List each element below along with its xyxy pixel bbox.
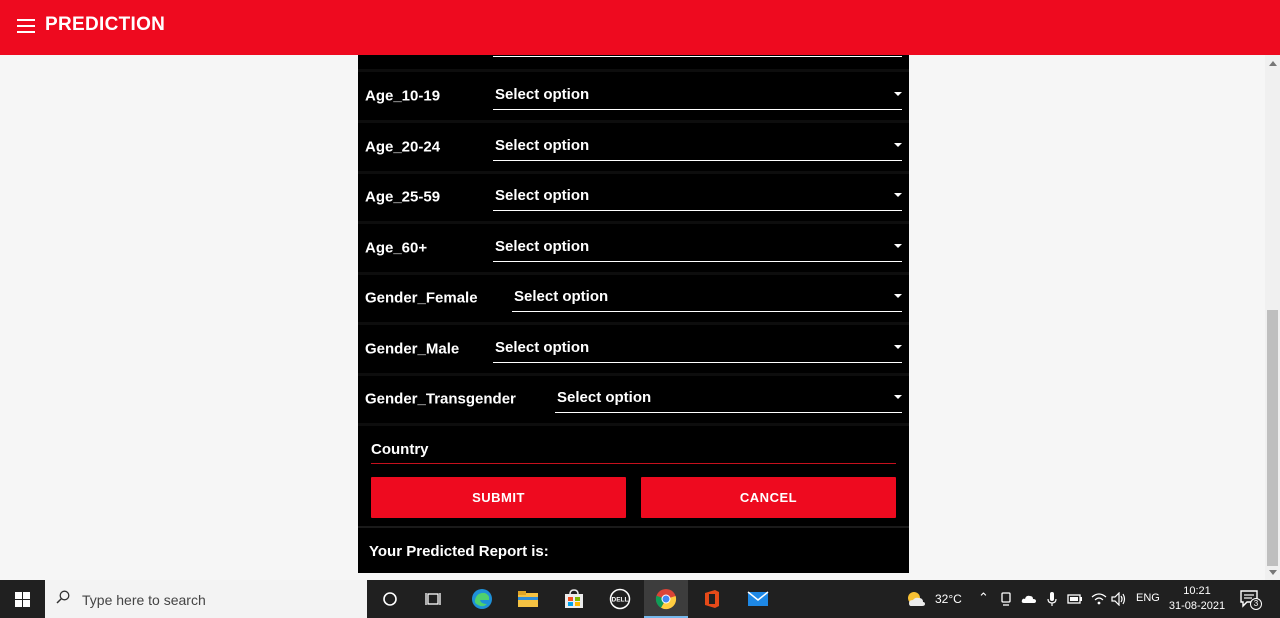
submit-button[interactable]: SUBMIT <box>371 477 626 518</box>
task-view-icon[interactable] <box>422 588 446 610</box>
scroll-down-arrow-icon[interactable] <box>1269 570 1277 575</box>
country-input[interactable]: Country <box>371 428 896 464</box>
select-value: Select option <box>495 86 590 103</box>
gender-transgender-select[interactable]: Select option <box>555 383 902 413</box>
mail-icon[interactable] <box>746 588 770 610</box>
form-row-age-20-24: Age_20-24 Select option <box>358 123 909 171</box>
volume-icon[interactable] <box>1108 588 1130 610</box>
section-divider <box>358 526 909 528</box>
scroll-up-arrow-icon[interactable] <box>1269 61 1277 66</box>
select-value: Select option <box>495 137 590 154</box>
search-placeholder: Type here to search <box>82 592 206 608</box>
clock-date: 31-08-2021 <box>1168 600 1226 612</box>
dropdown-caret-icon <box>894 395 902 399</box>
office-icon[interactable] <box>700 588 724 610</box>
country-label: Country <box>371 441 429 458</box>
select-value: Select option <box>495 238 590 255</box>
field-label: Age_10-19 <box>365 87 441 105</box>
select-value: Select option <box>495 339 590 356</box>
field-label: Gender_Female <box>365 289 478 307</box>
weather-temperature: 32°C <box>935 592 962 606</box>
field-label: Age_60+ <box>365 239 428 257</box>
app-header: PREDICTION <box>0 0 1280 55</box>
field-label: Age_20-24 <box>365 138 441 156</box>
taskbar-search-box[interactable]: Type here to search <box>45 580 367 618</box>
scroll-thumb[interactable] <box>1267 310 1278 566</box>
app-title: PREDICTION <box>45 14 166 35</box>
age-10-19-select[interactable]: Select option <box>493 80 902 110</box>
form-row-gender-female: Gender_Female Select option <box>358 274 909 322</box>
dropdown-caret-icon <box>894 92 902 96</box>
select-value: Select option <box>557 389 652 406</box>
microphone-icon[interactable] <box>1042 588 1062 610</box>
form-row-age-25-59: Age_25-59 Select option <box>358 173 909 221</box>
select-value: Select option <box>514 288 609 305</box>
field-label: Gender_Male <box>365 340 460 358</box>
field-label: Gender_Transgender <box>365 390 516 408</box>
row-divider <box>358 423 909 426</box>
show-hidden-icons-chevron-icon[interactable]: ⌃ <box>978 590 989 606</box>
form-row-age-60-plus: Age_60+ Select option <box>358 224 909 272</box>
chrome-icon[interactable] <box>654 588 678 610</box>
form-row-gender-transgender: Gender_Transgender Select option <box>358 375 909 423</box>
gender-female-select[interactable]: Select option <box>512 282 902 312</box>
store-icon[interactable] <box>562 588 586 610</box>
previous-select-underline <box>493 55 902 57</box>
edge-icon[interactable] <box>470 588 494 610</box>
cancel-button[interactable]: CANCEL <box>641 477 896 518</box>
dell-icon[interactable]: DELL <box>608 588 632 610</box>
select-value: Select option <box>495 187 590 204</box>
onedrive-cloud-icon[interactable] <box>1019 588 1039 610</box>
form-row-age-10-19: Age_10-19 Select option <box>358 72 909 120</box>
field-label: Age_25-59 <box>365 188 441 206</box>
taskbar-clock[interactable]: 10:21 31-08-2021 <box>1166 584 1228 614</box>
windows-logo-icon <box>15 591 30 607</box>
wifi-icon[interactable] <box>1088 588 1110 610</box>
form-row-gender-male: Gender_Male Select option <box>358 325 909 373</box>
predicted-report-label: Your Predicted Report is: <box>369 543 549 560</box>
battery-icon[interactable] <box>1064 588 1086 610</box>
search-icon <box>56 590 70 604</box>
dropdown-caret-icon <box>894 345 902 349</box>
age-25-59-select[interactable]: Select option <box>493 181 902 211</box>
dropdown-caret-icon <box>894 143 902 147</box>
notification-center-icon[interactable]: 3 <box>1238 588 1262 610</box>
dropdown-caret-icon <box>894 294 902 298</box>
cortana-icon[interactable] <box>378 588 402 610</box>
dropdown-caret-icon <box>894 193 902 197</box>
age-20-24-select[interactable]: Select option <box>493 131 902 161</box>
file-explorer-icon[interactable] <box>516 588 540 610</box>
notification-count-badge: 3 <box>1250 598 1262 610</box>
start-button[interactable] <box>0 580 45 618</box>
meet-now-icon[interactable] <box>996 588 1016 610</box>
dropdown-caret-icon <box>894 244 902 248</box>
clock-time: 10:21 <box>1183 585 1211 597</box>
prediction-form: Age_10-19 Select option Age_20-24 Select… <box>358 55 909 573</box>
age-60-plus-select[interactable]: Select option <box>493 232 902 262</box>
windows-taskbar: Type here to search DELL 32°C ⌃ ENG 10:2… <box>0 580 1280 618</box>
hamburger-menu-icon[interactable] <box>17 19 35 33</box>
gender-male-select[interactable]: Select option <box>493 333 902 363</box>
input-language[interactable]: ENG <box>1136 592 1160 604</box>
weather-icon[interactable] <box>904 588 928 610</box>
svg-text:DELL: DELL <box>612 597 629 604</box>
page-scrollbar[interactable] <box>1265 55 1280 580</box>
